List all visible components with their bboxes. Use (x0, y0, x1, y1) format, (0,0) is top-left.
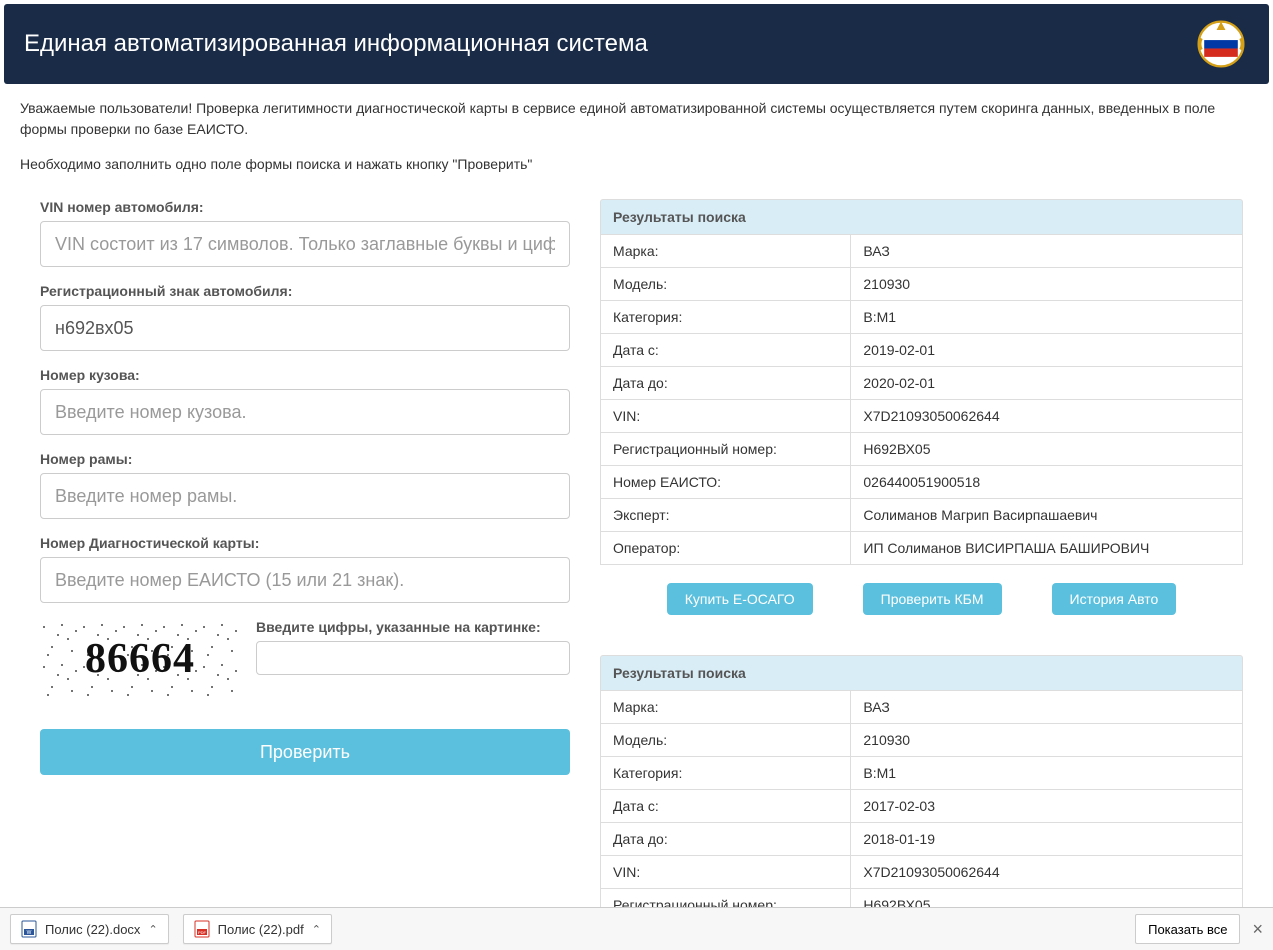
download-item-pdf[interactable]: PDF Полис (22).pdf ⌃ (183, 914, 332, 944)
reg-input[interactable] (40, 305, 570, 351)
download-filename: Полис (22).pdf (218, 922, 304, 937)
vin-label: VIN номер автомобиля: (40, 199, 570, 215)
intro-line-2: Необходимо заполнить одно поле формы пои… (20, 154, 1253, 175)
results-title: Результаты поиска (600, 199, 1243, 234)
docx-icon: W (21, 920, 37, 938)
table-row: Регистрационный номер:Н692ВХ05 (601, 889, 1243, 908)
auto-history-button[interactable]: История Авто (1052, 583, 1177, 615)
body-input[interactable] (40, 389, 570, 435)
show-all-downloads-button[interactable]: Показать все (1135, 914, 1240, 944)
table-row: Дата до:2020-02-01 (601, 367, 1243, 400)
frame-label: Номер рамы: (40, 451, 570, 467)
intro-text: Уважаемые пользователи! Проверка легитим… (0, 98, 1273, 199)
chevron-up-icon: ⌃ (148, 923, 157, 936)
submit-button[interactable]: Проверить (40, 729, 570, 775)
result-table-1: Марка:ВАЗ Модель:210930 Категория:B:M1 Д… (600, 234, 1243, 565)
vin-input[interactable] (40, 221, 570, 267)
emblem-icon (1193, 16, 1249, 72)
frame-input[interactable] (40, 473, 570, 519)
check-kbm-button[interactable]: Проверить КБМ (863, 583, 1002, 615)
diag-label: Номер Диагностической карты: (40, 535, 570, 551)
table-row: Номер ЕАИСТО:026440051900518 (601, 466, 1243, 499)
table-row: Оператор:ИП Солиманов ВИСИРПАША БАШИРОВИ… (601, 532, 1243, 565)
table-row: Категория:B:M1 (601, 301, 1243, 334)
svg-text:W: W (27, 930, 32, 936)
page-title: Единая автоматизированная информационная… (24, 30, 648, 58)
close-icon[interactable]: × (1252, 919, 1263, 940)
diag-input[interactable] (40, 557, 570, 603)
svg-text:PDF: PDF (198, 930, 207, 935)
header-bar: Единая автоматизированная информационная… (4, 4, 1269, 84)
downloads-bar: W Полис (22).docx ⌃ PDF Полис (22).pdf ⌃… (0, 907, 1273, 950)
reg-label: Регистрационный знак автомобиля: (40, 283, 570, 299)
chevron-up-icon: ⌃ (312, 923, 321, 936)
captcha-input[interactable] (256, 641, 570, 675)
buy-eosago-button[interactable]: Купить Е-ОСАГО (667, 583, 813, 615)
table-row: Дата с:2019-02-01 (601, 334, 1243, 367)
download-item-docx[interactable]: W Полис (22).docx ⌃ (10, 914, 169, 944)
search-form: VIN номер автомобиля: Регистрационный зн… (10, 199, 570, 775)
table-row: Модель:210930 (601, 268, 1243, 301)
table-row: Марка:ВАЗ (601, 691, 1243, 724)
intro-line-1: Уважаемые пользователи! Проверка легитим… (20, 98, 1253, 140)
captcha-image: 86664 (40, 619, 240, 699)
table-row: Эксперт:Солиманов Магрип Васирпашаевич (601, 499, 1243, 532)
table-row: Дата до:2018-01-19 (601, 823, 1243, 856)
table-row: Марка:ВАЗ (601, 235, 1243, 268)
captcha-label: Введите цифры, указанные на картинке: (256, 619, 570, 635)
download-filename: Полис (22).docx (45, 922, 140, 937)
table-row: Регистрационный номер:Н692ВХ05 (601, 433, 1243, 466)
result-block-2: Результаты поиска Марка:ВАЗ Модель:21093… (600, 655, 1243, 907)
body-label: Номер кузова: (40, 367, 570, 383)
table-row: Модель:210930 (601, 724, 1243, 757)
table-row: Дата с:2017-02-03 (601, 790, 1243, 823)
result-block-1: Результаты поиска Марка:ВАЗ Модель:21093… (600, 199, 1243, 615)
table-row: VIN:X7D21093050062644 (601, 856, 1243, 889)
table-row: VIN:X7D21093050062644 (601, 400, 1243, 433)
result-table-2: Марка:ВАЗ Модель:210930 Категория:B:M1 Д… (600, 690, 1243, 907)
table-row: Категория:B:M1 (601, 757, 1243, 790)
pdf-icon: PDF (194, 920, 210, 938)
results-title: Результаты поиска (600, 655, 1243, 690)
